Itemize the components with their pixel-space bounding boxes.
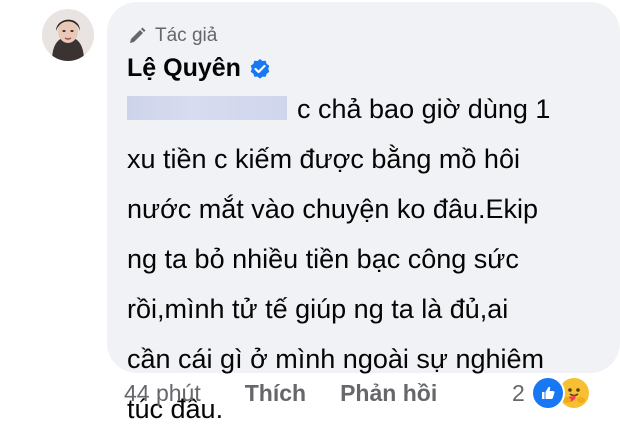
author-name-text[interactable]: Lệ Quyên [127, 54, 241, 83]
like-button[interactable]: Thích [245, 380, 306, 407]
reactions-summary[interactable]: 2 [512, 376, 591, 410]
avatar-image [42, 9, 94, 61]
avatar[interactable] [42, 9, 94, 61]
comment-line: rồi,mình tử tế giúp ng ta là đủ,ai [127, 294, 509, 324]
author-badge-label: Tác giả [155, 25, 218, 46]
comment-line: xu tiền c kiếm được bằng mồ hôi [127, 144, 520, 174]
like-icon [530, 376, 565, 410]
comment-line-text: c chả bao giờ dùng 1 [297, 94, 551, 124]
reaction-count: 2 [512, 379, 525, 406]
comment-line: c chả bao giờ dùng 1 [127, 84, 597, 134]
comment-line: nước mắt vào chuyện ko đâu.Ekip [127, 194, 538, 224]
comment-line: ng ta bỏ nhiều tiền bạc công sức [127, 244, 519, 274]
author-badge: Tác giả [127, 25, 217, 47]
reply-button[interactable]: Phản hồi [340, 380, 437, 407]
author-name[interactable]: Lệ Quyên [127, 54, 271, 83]
verified-badge-icon [250, 58, 270, 79]
pencil-icon [130, 27, 146, 43]
comment-actions: 44 phút Thích Phản hồi [124, 377, 437, 409]
redacted-mention [127, 96, 287, 120]
timestamp-link[interactable]: 44 phút [124, 380, 201, 407]
